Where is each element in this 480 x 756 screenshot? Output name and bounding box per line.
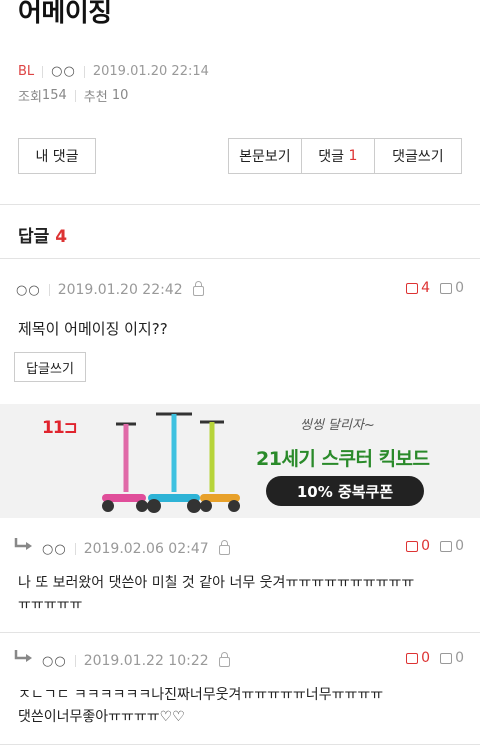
- upvote-count: 0: [421, 538, 431, 554]
- write-comment-button[interactable]: 댓글쓰기: [375, 139, 461, 173]
- comment-votes: 0 0: [406, 538, 464, 554]
- scooter-image: [102, 412, 240, 513]
- comment-text: ㅈㄴㄱㄷ ㅋㅋㅋㅋㅋㅋ나진짜너무웃겨ㅠㅠㅠㅠㅠ너무ㅠㅠㅠㅠ 댓쓴이너무좋아ㅠㅠㅠ…: [18, 684, 383, 728]
- comments-label: 댓글: [318, 149, 344, 165]
- thumbs-up-icon: [406, 282, 419, 294]
- ad-headline: 21세기 스쿠터 킥보드: [256, 448, 430, 470]
- post-meta: BL ○○ 2019.01.20 22:14: [18, 64, 209, 79]
- ad-tagline: 씽씽 달리자~: [300, 418, 375, 433]
- upvote-count: 4: [421, 280, 431, 296]
- lock-icon: [192, 281, 204, 296]
- comment-text: 나 또 보러왔어 댓쓴아 미칠 것 같아 너무 웃겨ㅠㅠㅠㅠㅠㅠㅠㅠㅠㅠ ㅠㅠㅠ…: [18, 572, 414, 616]
- comment-author[interactable]: ○○: [42, 542, 67, 557]
- divider: [83, 65, 85, 78]
- lock-icon: [218, 540, 230, 555]
- comment-text-line: ㅠㅠㅠㅠㅠ: [18, 597, 83, 613]
- views-count: 154: [41, 88, 67, 103]
- upvote-button[interactable]: 4: [406, 280, 430, 296]
- comment-text-line: 댓쓴이너무좋아ㅠㅠㅠㅠ♡♡: [18, 709, 185, 725]
- recommend-label: 추천: [83, 90, 108, 105]
- comment-text-line: 나 또 보러왔어 댓쓴아 미칠 것 같아 너무 웃겨ㅠㅠㅠㅠㅠㅠㅠㅠㅠㅠ: [18, 575, 415, 591]
- ad-banner[interactable]: 11⊐ 씽씽 달리자~ 21세기 스쿠터 킥보드 10% 중복쿠폰: [0, 404, 480, 518]
- ad-logo: 11⊐: [42, 418, 78, 438]
- comment-datetime: 2019.01.22 10:22: [83, 653, 209, 669]
- divider: [0, 258, 480, 259]
- thumbs-up-icon: [406, 652, 419, 664]
- write-reply-button[interactable]: 답글쓰기: [14, 352, 86, 382]
- recommend-count: 10: [111, 88, 129, 103]
- comment-text: 제목이 어메이징 이지??: [18, 320, 168, 338]
- comment-datetime: 2019.02.06 02:47: [83, 541, 209, 557]
- comment-author[interactable]: ○○: [16, 283, 41, 298]
- comment-datetime: 2019.01.20 22:42: [57, 282, 183, 298]
- views-label: 조회: [18, 90, 42, 105]
- divider: [74, 655, 76, 667]
- downvote-button[interactable]: 0: [440, 538, 464, 554]
- thumbs-down-icon: [440, 652, 453, 664]
- divider: [42, 65, 44, 78]
- upvote-button[interactable]: 0: [406, 650, 430, 666]
- post-author[interactable]: ○○: [51, 64, 76, 79]
- divider: [0, 204, 480, 205]
- upvote-button[interactable]: 0: [406, 538, 430, 554]
- post-stats: 조회 154 추천 10: [18, 86, 128, 105]
- divider: [0, 744, 480, 745]
- post-action-buttons: 본문보기 댓글 1 댓글쓰기: [228, 138, 462, 174]
- comments-button[interactable]: 댓글 1: [302, 139, 375, 173]
- downvote-button[interactable]: 0: [440, 650, 464, 666]
- comments-count: 1: [348, 148, 358, 164]
- comment-votes: 4 0: [406, 280, 464, 296]
- replies-label: 답글: [18, 227, 50, 247]
- thumbs-down-icon: [440, 540, 453, 552]
- comment-author[interactable]: ○○: [42, 654, 67, 669]
- reply-arrow-icon: [14, 538, 32, 550]
- post-datetime: 2019.01.20 22:14: [92, 64, 209, 79]
- downvote-count: 0: [455, 280, 464, 296]
- view-body-button[interactable]: 본문보기: [229, 139, 302, 173]
- replies-heading: 답글 4: [18, 222, 67, 247]
- post-title: 어메이징: [18, 0, 112, 28]
- reply-arrow-icon: [14, 650, 32, 662]
- downvote-count: 0: [455, 650, 464, 666]
- downvote-count: 0: [455, 538, 464, 554]
- comment-meta: ○○ 2019.01.20 22:42: [16, 281, 204, 298]
- comment-meta: ○○ 2019.01.22 10:22: [42, 652, 230, 669]
- upvote-count: 0: [421, 650, 431, 666]
- comment-text-line: ㅈㄴㄱㄷ ㅋㅋㅋㅋㅋㅋ나진짜너무웃겨ㅠㅠㅠㅠㅠ너무ㅠㅠㅠㅠ: [18, 687, 384, 703]
- thumbs-up-icon: [406, 540, 419, 552]
- thumbs-down-icon: [440, 282, 453, 294]
- my-comments-button[interactable]: 내 댓글: [18, 138, 96, 174]
- lock-icon: [218, 652, 230, 667]
- ad-coupon-button[interactable]: 10% 중복쿠폰: [266, 476, 424, 506]
- replies-count: 4: [55, 227, 68, 247]
- comment-votes: 0 0: [406, 650, 464, 666]
- downvote-button[interactable]: 0: [440, 280, 464, 296]
- divider: [48, 284, 50, 296]
- divider: [0, 632, 480, 633]
- comment-meta: ○○ 2019.02.06 02:47: [42, 540, 230, 557]
- divider: [74, 543, 76, 555]
- divider: [74, 89, 76, 102]
- post-category[interactable]: BL: [18, 64, 34, 79]
